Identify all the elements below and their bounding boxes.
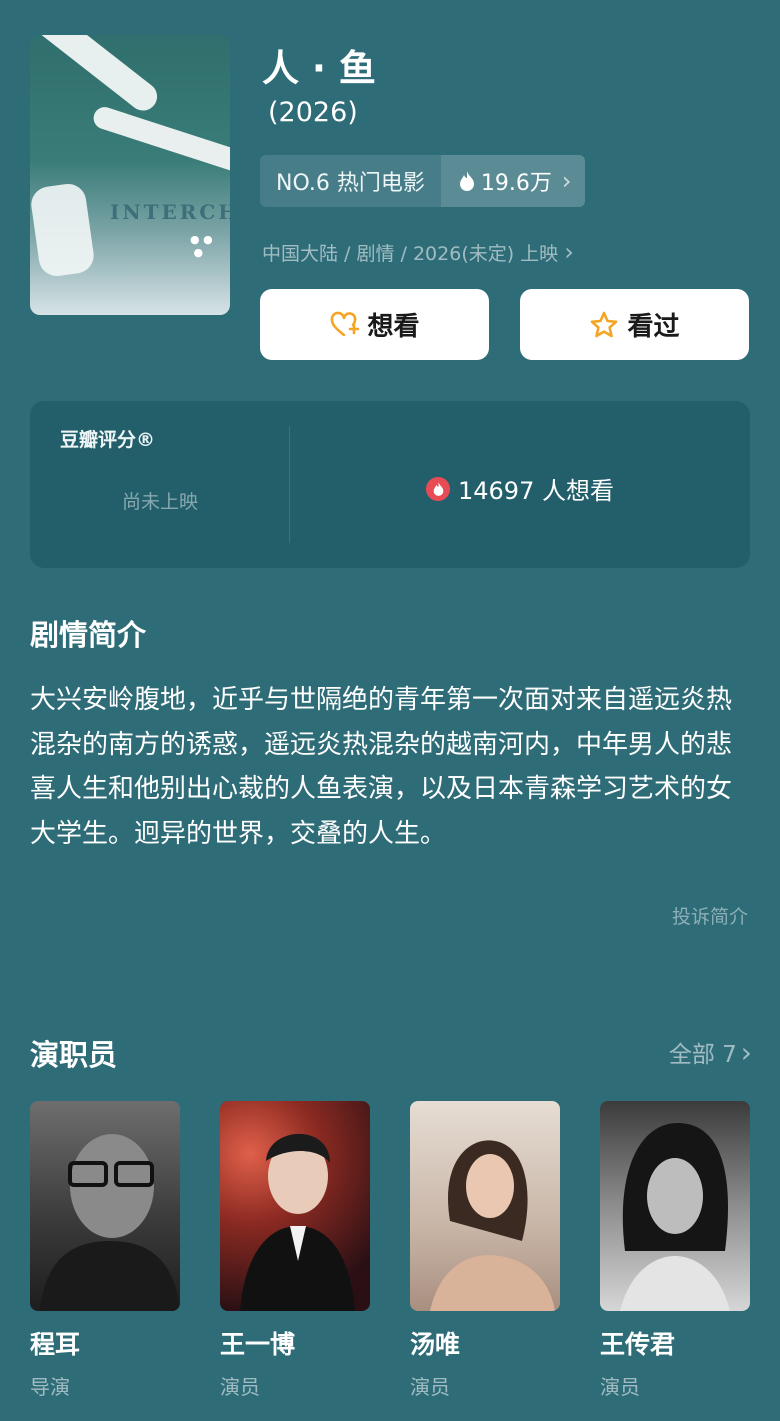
cast-card[interactable]: 王一博 演员 <box>220 1101 370 1400</box>
seen-label: 看过 <box>627 312 680 342</box>
cast-name: 汤唯 <box>410 1330 461 1359</box>
rating-card: 豆瓣评分® 尚未上映 14697 人想看 <box>30 401 750 568</box>
want-count[interactable]: 14697 人想看 <box>426 471 614 506</box>
seen-button[interactable]: 看过 <box>520 289 749 360</box>
flame-icon <box>459 171 474 191</box>
heat-value: 19.6万 <box>480 171 552 196</box>
poster-text: INTERCH <box>110 200 230 224</box>
movie-meta[interactable]: 中国大陆 / 剧情 / 2026(未定) 上映 › <box>262 238 574 266</box>
cast-heading: 演职员 <box>30 1038 118 1072</box>
cast-photo <box>220 1101 370 1311</box>
movie-title: 人 · 鱼 <box>262 47 376 90</box>
want-label: 想看 <box>367 312 420 342</box>
poster-dots: ● ● ● <box>190 233 213 259</box>
star-icon <box>591 311 618 337</box>
movie-year: (2026) <box>268 97 358 128</box>
cast-photo <box>410 1101 560 1311</box>
cast-name: 程耳 <box>30 1330 81 1359</box>
cast-role: 演员 <box>410 1375 450 1399</box>
chevron-right-icon: › <box>740 1035 752 1069</box>
cast-name: 王一博 <box>220 1330 296 1359</box>
flame-icon <box>426 476 450 501</box>
cast-photo <box>30 1101 180 1311</box>
cast-name: 王传君 <box>600 1330 676 1359</box>
poster-brushstroke <box>90 104 230 178</box>
cast-card[interactable]: 汤唯 演员 <box>410 1101 560 1400</box>
meta-text: 中国大陆 / 剧情 / 2026(未定) 上映 <box>262 242 559 265</box>
cast-role: 演员 <box>220 1375 260 1399</box>
report-synopsis-link[interactable]: 投诉简介 <box>672 902 748 929</box>
chevron-right-icon: › <box>561 167 572 195</box>
want-count-text: 14697 人想看 <box>458 477 614 505</box>
cast-role: 导演 <box>30 1375 70 1399</box>
synopsis-text[interactable]: 大兴安岭腹地，近乎与世隔绝的青年第一次面对来自遥远炎热混杂的南方的诱惑，遥远炎热… <box>30 678 750 856</box>
ranking-bar[interactable]: NO.6 热门电影 19.6万 › <box>260 155 586 207</box>
rating-label: 豆瓣评分® <box>60 429 156 451</box>
cast-role: 演员 <box>600 1375 640 1399</box>
cast-card[interactable]: 王传君 演员 <box>600 1101 750 1400</box>
rank-label: NO.6 热门电影 <box>260 155 441 207</box>
movie-poster[interactable]: INTERCH ● ● ● <box>30 35 230 315</box>
synopsis-heading: 剧情简介 <box>30 618 147 652</box>
heat-pill[interactable]: 19.6万 › <box>440 155 586 207</box>
all-cast-link[interactable]: 全部 7 › <box>669 1035 752 1069</box>
want-button[interactable]: 想看 <box>260 289 489 360</box>
rating-status: 尚未上映 <box>121 491 198 513</box>
poster-brushstroke <box>30 35 163 117</box>
chevron-right-icon: › <box>564 238 574 266</box>
all-cast-label: 全部 7 <box>668 1042 737 1068</box>
cast-photo <box>600 1101 750 1311</box>
rating-divider <box>289 426 290 543</box>
cast-card[interactable]: 程耳 导演 <box>30 1101 180 1400</box>
heart-plus-icon <box>331 311 360 336</box>
poster-brushstroke <box>30 181 96 279</box>
